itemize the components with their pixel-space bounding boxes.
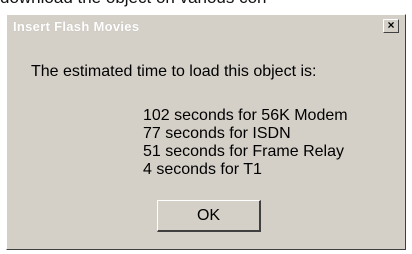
caption-fragment: download the object on various con <box>0 0 412 9</box>
dialog-titlebar[interactable]: Insert Flash Movies × <box>9 17 403 37</box>
page: download the object on various con Inser… <box>0 0 412 254</box>
ok-button[interactable]: OK <box>157 200 261 232</box>
ok-button-label: OK <box>196 207 221 224</box>
load-time-t1: 4 seconds for T1 <box>143 161 262 178</box>
load-time-56k: 102 seconds for 56K Modem <box>143 107 348 124</box>
load-time-message: The estimated time to load this object i… <box>31 63 317 80</box>
load-time-isdn: 77 seconds for ISDN <box>143 125 291 142</box>
load-time-list: 102 seconds for 56K Modem 77 seconds for… <box>143 107 348 179</box>
load-time-frame-relay: 51 seconds for Frame Relay <box>143 143 344 160</box>
insert-flash-movies-dialog: Insert Flash Movies × The estimated time… <box>6 14 406 250</box>
close-button[interactable]: × <box>383 19 399 33</box>
dialog-title: Insert Flash Movies <box>13 19 140 34</box>
